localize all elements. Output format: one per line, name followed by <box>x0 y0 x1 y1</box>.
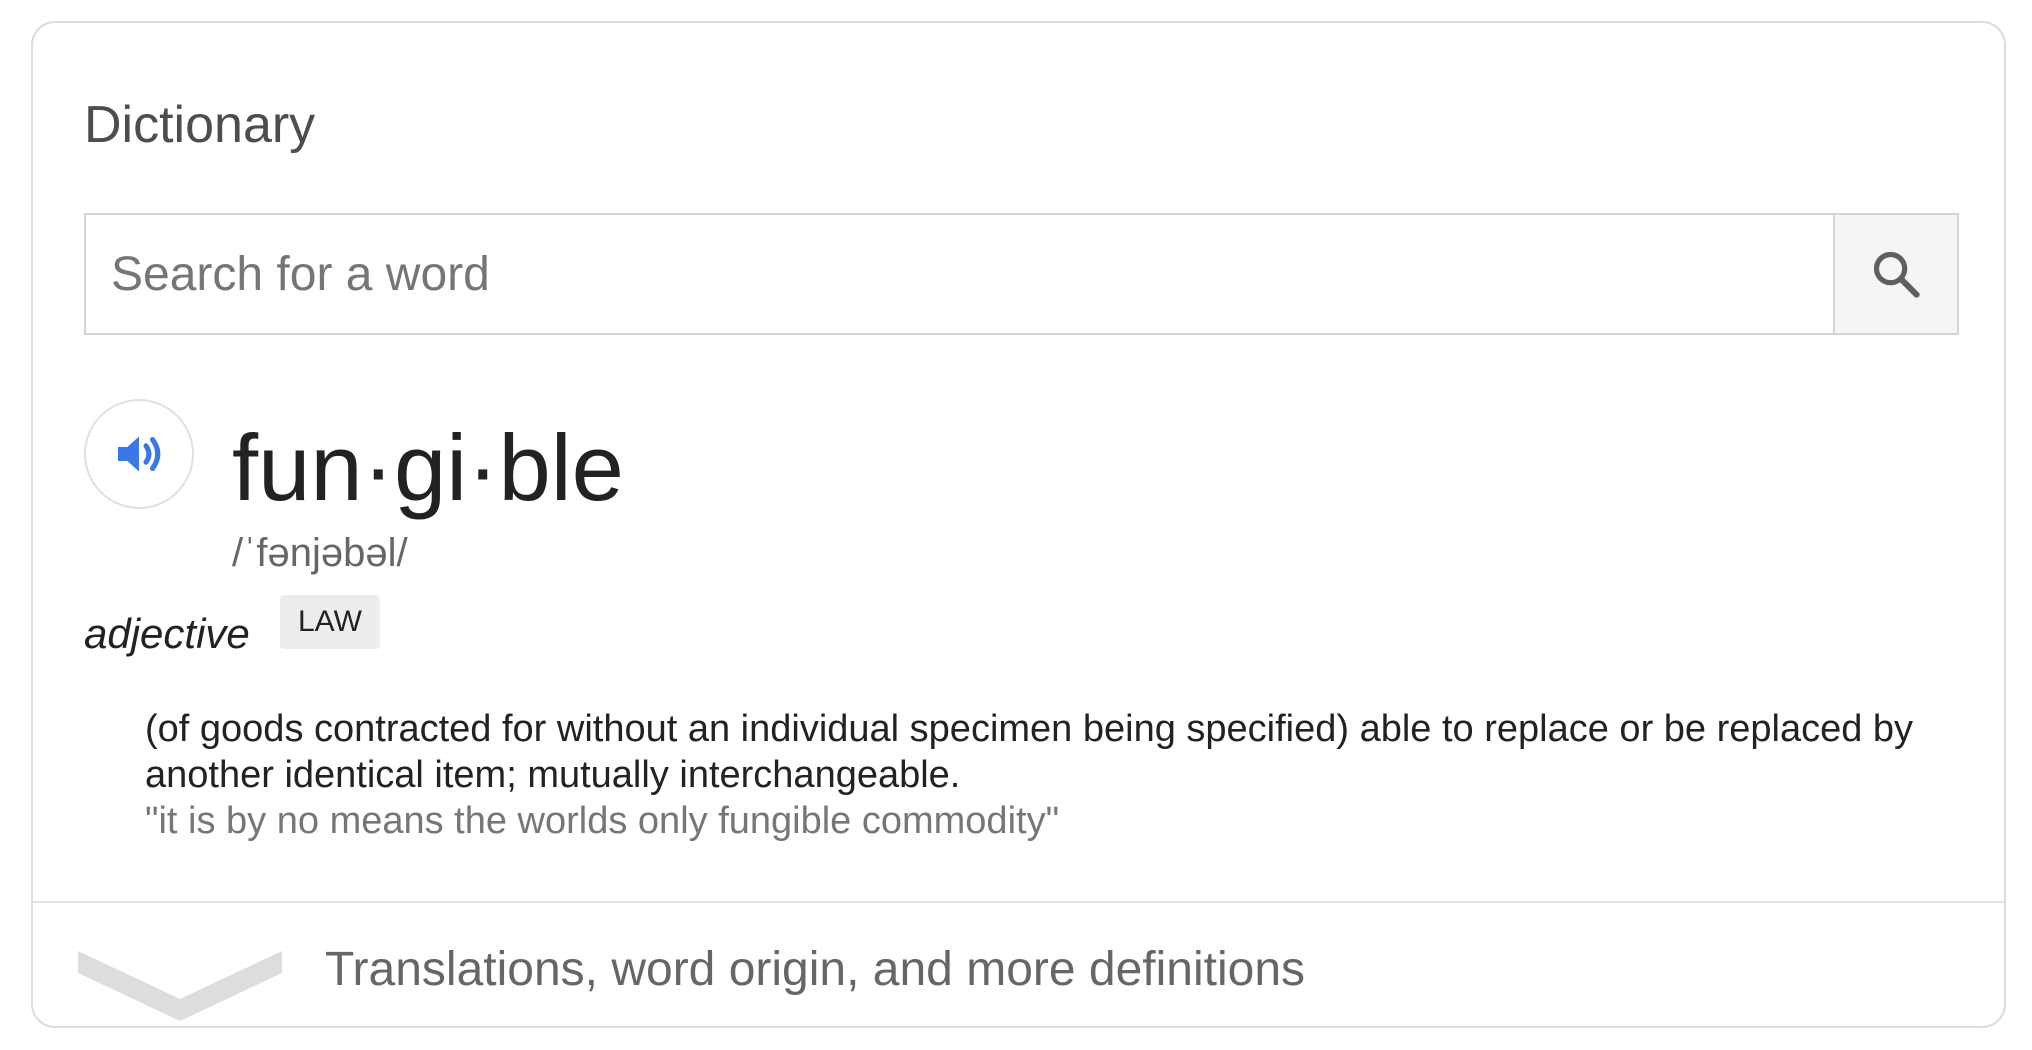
dictionary-card: Dictionary fun·gi·ble /ˈfənjəbəl/ adject… <box>31 21 2006 1028</box>
search-button[interactable] <box>1833 215 1957 333</box>
pronunciation-button[interactable] <box>84 399 194 509</box>
search-icon <box>1873 251 1920 298</box>
headword: fun·gi·ble <box>232 415 624 520</box>
search-box <box>84 213 1959 335</box>
search-input[interactable] <box>86 215 1835 333</box>
example-sentence: "it is by no means the worlds only fungi… <box>145 800 1060 842</box>
speaker-icon <box>118 436 161 472</box>
more-definitions-toggle[interactable]: Translations, word origin, and more defi… <box>33 903 2004 1026</box>
phonetic-spelling: /ˈfənjəbəl/ <box>232 531 408 575</box>
widget-title: Dictionary <box>84 96 316 154</box>
more-definitions-label: Translations, word origin, and more defi… <box>325 943 1306 996</box>
chevron-down-icon <box>78 951 282 1021</box>
definition-text: (of goods contracted for without an indi… <box>145 708 1914 796</box>
part-of-speech: adjective <box>84 610 250 657</box>
domain-label-badge: LAW <box>280 595 380 649</box>
